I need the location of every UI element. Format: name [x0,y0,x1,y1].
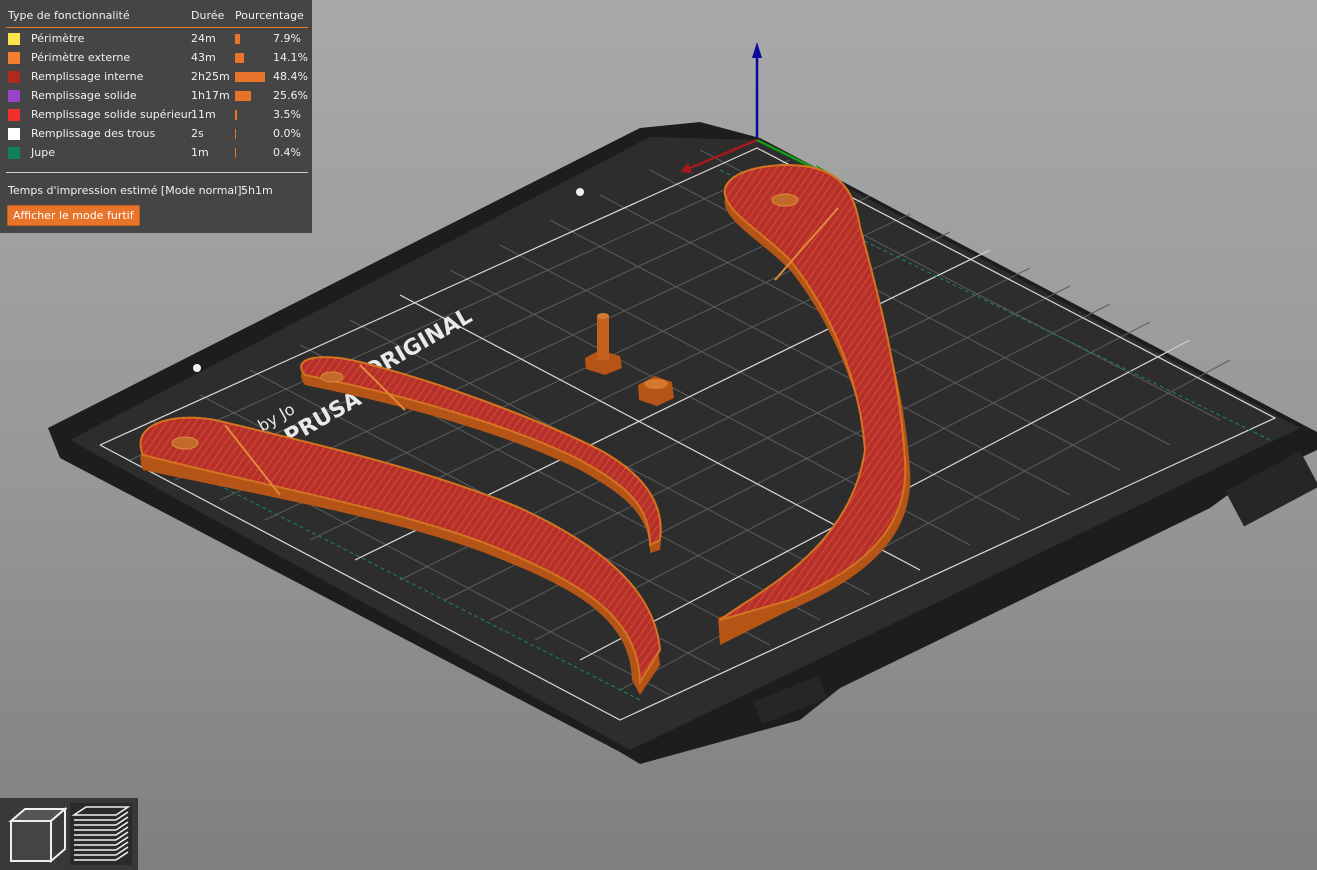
legend-row: Jupe 1m 0.4% [8,146,306,161]
print-time-value: 5h1m [241,184,273,197]
legend-feature-name: Remplissage des trous [31,127,156,140]
legend-percent-bar [235,110,237,120]
legend-feature-name: Remplissage solide supérieur [31,108,193,121]
legend-percent: 3.5% [273,108,301,121]
legend-row: Remplissage interne 2h25m 48.4% [8,70,308,85]
header-feature-type: Type de fonctionnalité [8,9,130,22]
legend-percent: 7.9% [273,32,301,45]
legend-feature-name: Jupe [31,146,55,159]
bed-hole [576,188,584,196]
legend-duration: 2s [191,127,204,140]
header-duration: Durée [191,9,225,22]
legend-percent-bar [235,148,236,158]
legend-swatch [8,90,20,102]
bed-hole [193,364,201,372]
legend-header: Type de fonctionnalité Durée Pourcentage [8,9,306,23]
legend-row: Périmètre externe 43m 14.1% [8,51,308,66]
stealth-mode-button[interactable]: Afficher le mode furtif [7,205,140,226]
legend-swatch [8,109,20,121]
preview-button[interactable] [70,803,132,865]
3d-view-button[interactable] [5,803,68,865]
legend-percent-bar [235,72,265,82]
print-time-label: Temps d'impression estimé [Mode normal]: [8,184,246,197]
view-toolbar [0,798,138,870]
legend-swatch [8,33,20,45]
legend-duration: 2h25m [191,70,230,83]
legend-percent: 0.4% [273,146,301,159]
legend-percent: 14.1% [273,51,308,64]
legend-percent-bar [235,53,244,63]
legend-row: Remplissage des trous 2s 0.0% [8,127,306,142]
legend-percent-bar [235,129,236,139]
legend-percent: 25.6% [273,89,308,102]
cube-icon [8,806,68,864]
layers-icon [71,806,131,861]
legend-row: Remplissage solide supérieur 11m 3.5% [8,108,306,123]
header-divider [6,27,308,28]
legend-feature-name: Remplissage solide [31,89,137,102]
legend-row: Périmètre 24m 7.9% [8,32,306,47]
legend-swatch [8,128,20,140]
legend-swatch [8,52,20,64]
legend-duration: 43m [191,51,216,64]
legend-feature-name: Périmètre externe [31,51,131,64]
legend-percent: 48.4% [273,70,308,83]
header-percent: Pourcentage [235,9,304,22]
legend-duration: 1h17m [191,89,230,102]
time-divider [6,172,308,173]
legend-swatch [8,147,20,159]
legend-feature-name: Remplissage interne [31,70,144,83]
legend-row: Remplissage solide 1h17m 25.6% [8,89,308,104]
legend-percent-bar [235,91,251,101]
legend-panel: Type de fonctionnalité Durée Pourcentage… [0,0,312,233]
legend-duration: 24m [191,32,216,45]
legend-swatch [8,71,20,83]
legend-duration: 11m [191,108,216,121]
legend-percent-bar [235,34,240,44]
legend-feature-name: Périmètre [31,32,85,45]
legend-duration: 1m [191,146,209,159]
legend-percent: 0.0% [273,127,301,140]
